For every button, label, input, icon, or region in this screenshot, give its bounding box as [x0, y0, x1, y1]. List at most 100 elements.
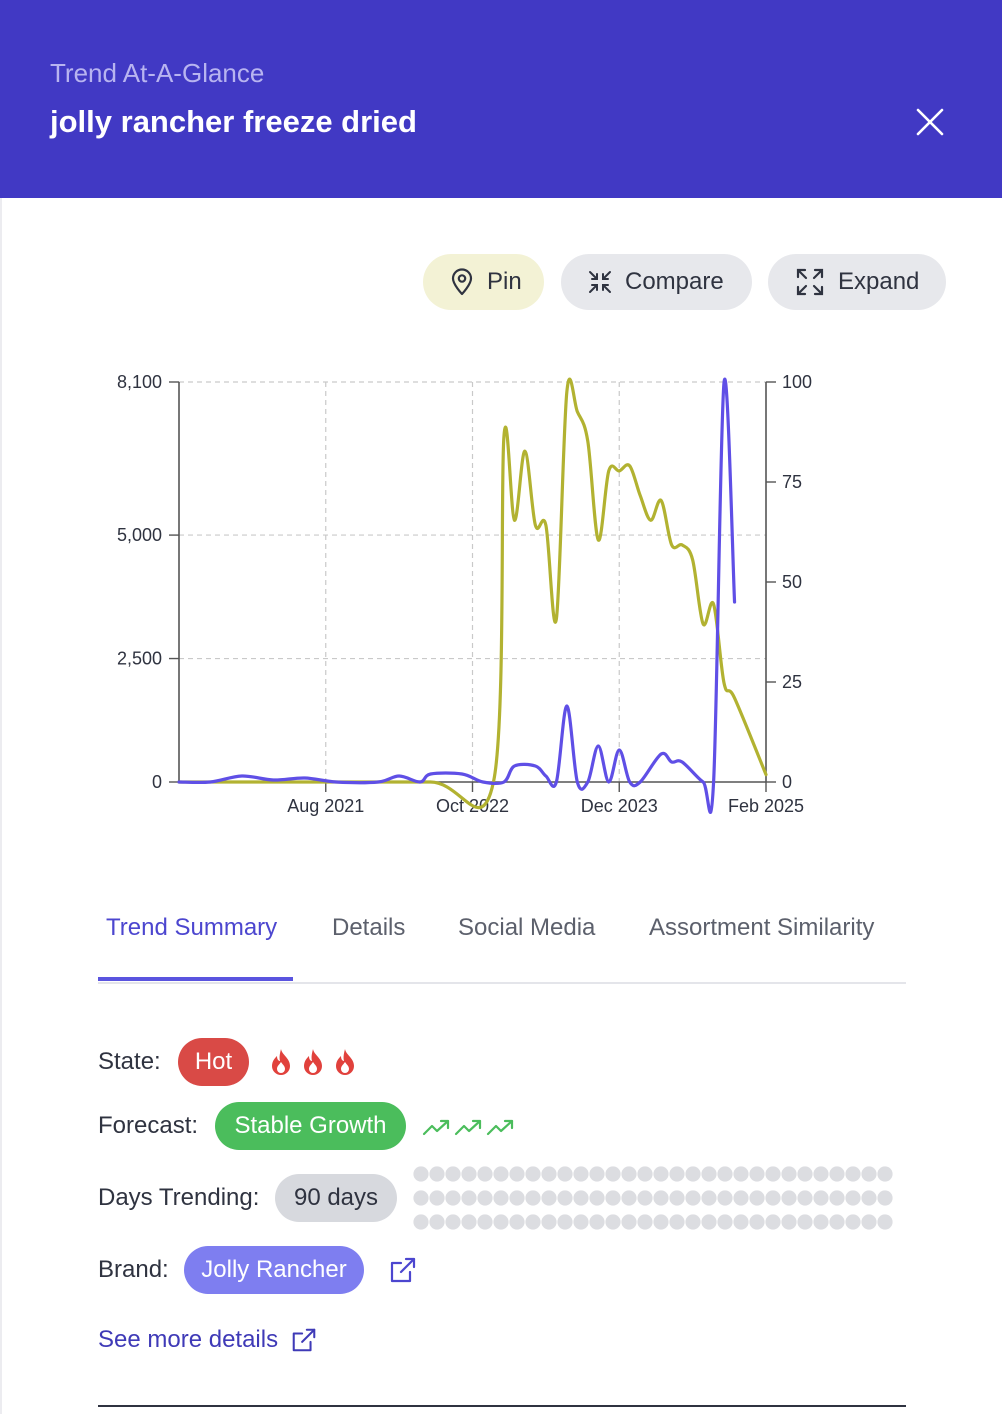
day-dot — [557, 1190, 573, 1206]
day-dot — [589, 1190, 605, 1206]
flame-rating — [272, 1049, 354, 1075]
forecast-label: Forecast: — [98, 1112, 199, 1139]
day-dot — [717, 1166, 733, 1182]
day-dot — [653, 1166, 669, 1182]
day-dot — [861, 1214, 877, 1230]
day-dot — [717, 1214, 733, 1230]
day-dot — [589, 1214, 605, 1230]
day-dot — [541, 1190, 557, 1206]
see-more-details-link[interactable]: See more details — [98, 1326, 318, 1354]
day-dot — [445, 1214, 461, 1230]
brand-label: Brand: — [98, 1256, 169, 1283]
y-right-tick-label: 75 — [782, 472, 802, 492]
day-dot — [861, 1190, 877, 1206]
day-dot — [653, 1190, 669, 1206]
y-left-tick-label: 0 — [152, 772, 162, 792]
y-left-tick-label: 8,100 — [117, 372, 162, 392]
day-dot — [557, 1214, 573, 1230]
flame-icon — [304, 1049, 322, 1075]
chart-grid — [179, 381, 766, 782]
tab-assortment-similarity[interactable]: Assortment Similarity — [649, 914, 874, 942]
pin-button[interactable]: Pin — [423, 254, 544, 310]
tab-social-media[interactable]: Social Media — [458, 914, 595, 942]
tab-trend-summary[interactable]: Trend Summary — [106, 914, 277, 942]
day-dot — [877, 1190, 893, 1206]
compare-button[interactable]: Compare — [561, 254, 752, 310]
y-left-tick-label: 2,500 — [117, 649, 162, 669]
y-right-tick-label: 100 — [782, 372, 812, 392]
day-dot — [605, 1166, 621, 1182]
day-dot — [573, 1166, 589, 1182]
day-dot — [685, 1166, 701, 1182]
map-pin-icon — [451, 268, 473, 296]
day-dot — [765, 1190, 781, 1206]
state-badge: Hot — [178, 1038, 249, 1086]
day-dot — [477, 1190, 493, 1206]
x-tick-label: Dec 2023 — [581, 796, 658, 816]
day-dot — [813, 1166, 829, 1182]
close-button[interactable] — [908, 100, 952, 144]
trend-up-icon — [454, 1119, 482, 1136]
pin-label: Pin — [487, 268, 522, 295]
trend-up-icon — [486, 1119, 514, 1136]
x-tick-label: Feb 2025 — [728, 796, 804, 816]
day-dot — [749, 1166, 765, 1182]
tab-bar: Trend Summary Details Social Media Assor… — [98, 900, 906, 984]
day-dot — [749, 1190, 765, 1206]
day-dot — [461, 1190, 477, 1206]
day-dot — [429, 1190, 445, 1206]
day-dot — [509, 1166, 525, 1182]
expand-button[interactable]: Expand — [768, 254, 946, 310]
day-dot — [541, 1166, 557, 1182]
modal-header: Trend At-A-Glance jolly rancher freeze d… — [0, 0, 1002, 198]
day-dot — [701, 1166, 717, 1182]
day-dot — [813, 1190, 829, 1206]
day-dot — [781, 1190, 797, 1206]
days-trending-badge: 90 days — [275, 1174, 397, 1222]
external-link-icon[interactable] — [388, 1255, 418, 1285]
day-dot — [733, 1214, 749, 1230]
day-dot — [493, 1166, 509, 1182]
day-dot — [605, 1190, 621, 1206]
day-dot — [525, 1166, 541, 1182]
day-dot — [829, 1214, 845, 1230]
day-dot — [493, 1190, 509, 1206]
chart-series — [177, 377, 768, 814]
day-dot — [413, 1190, 429, 1206]
days-trending-label: Days Trending: — [98, 1184, 260, 1211]
flame-icon — [272, 1049, 290, 1075]
day-dot — [477, 1214, 493, 1230]
modal-eyebrow: Trend At-A-Glance — [50, 58, 265, 88]
bottom-divider — [98, 1405, 906, 1407]
day-dot — [669, 1166, 685, 1182]
day-dot — [621, 1166, 637, 1182]
day-dot — [685, 1214, 701, 1230]
day-dot — [845, 1190, 861, 1206]
trend-title: jolly rancher freeze dried — [50, 104, 417, 139]
day-dot — [429, 1214, 445, 1230]
day-dot — [509, 1214, 525, 1230]
day-dot — [877, 1166, 893, 1182]
day-dot — [621, 1214, 637, 1230]
brand-badge[interactable]: Jolly Rancher — [184, 1246, 364, 1294]
x-tick-label: Aug 2021 — [287, 796, 364, 816]
day-dot — [717, 1190, 733, 1206]
day-dot — [637, 1166, 653, 1182]
day-dot — [621, 1190, 637, 1206]
day-dot — [461, 1166, 477, 1182]
see-more-label: See more details — [98, 1326, 279, 1353]
day-dot — [477, 1166, 493, 1182]
day-dot — [445, 1190, 461, 1206]
day-dot — [781, 1214, 797, 1230]
day-dot — [413, 1214, 429, 1230]
day-dot — [509, 1190, 525, 1206]
active-tab-indicator — [98, 977, 293, 981]
compress-arrows-icon — [589, 271, 611, 293]
expand-arrows-icon — [796, 268, 824, 296]
flame-icon — [336, 1049, 354, 1075]
day-dot — [445, 1166, 461, 1182]
day-dot — [573, 1190, 589, 1206]
day-dot — [845, 1214, 861, 1230]
tab-details[interactable]: Details — [332, 914, 405, 942]
state-label: State: — [98, 1048, 161, 1075]
